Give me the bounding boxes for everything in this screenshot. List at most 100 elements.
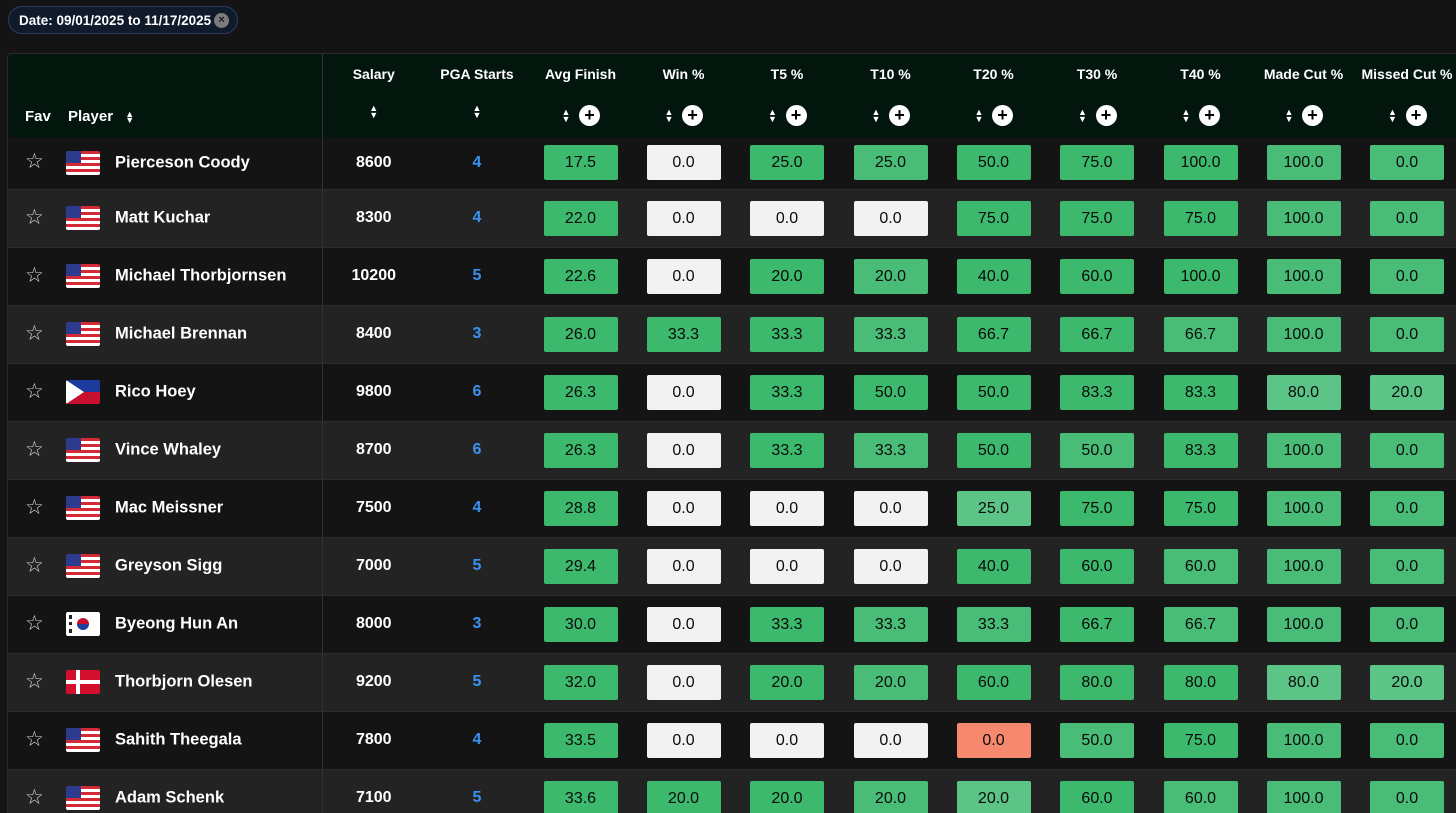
add-filter-icon[interactable]: + bbox=[889, 105, 910, 126]
column-header-pga-starts[interactable]: PGA Starts ▲ ▼ bbox=[425, 54, 529, 137]
stat-cell: 60.0 bbox=[1045, 247, 1149, 305]
player-name[interactable]: Byeong Hun An bbox=[115, 615, 238, 633]
player-name[interactable]: Michael Brennan bbox=[115, 325, 247, 343]
player-name[interactable]: Michael Thorbjornsen bbox=[115, 267, 286, 285]
column-header-player[interactable]: Player ▲ ▼ bbox=[66, 54, 323, 137]
star-icon[interactable]: ☆ bbox=[25, 438, 44, 461]
table-row[interactable]: ☆ Sahith Theegala 7800 4 33.5 0.0 0.0 0.0 0.0 50.… bbox=[8, 711, 1456, 769]
column-header-stat[interactable]: T20 % ▲ ▼ + bbox=[942, 54, 1045, 137]
star-icon[interactable]: ☆ bbox=[25, 380, 44, 403]
player-cell[interactable]: Thorbjorn Olesen bbox=[66, 653, 323, 711]
add-filter-icon[interactable]: + bbox=[785, 105, 807, 126]
player-name[interactable]: Greyson Sigg bbox=[115, 557, 222, 575]
salary-cell: 8700 bbox=[322, 421, 425, 479]
sort-icon[interactable]: ▲ ▼ bbox=[1388, 107, 1398, 123]
star-icon[interactable]: ☆ bbox=[25, 264, 44, 287]
player-cell[interactable]: Pierceson Coody bbox=[66, 137, 323, 189]
add-filter-icon[interactable]: + bbox=[1199, 105, 1220, 126]
pga-starts-link[interactable]: 5 bbox=[425, 247, 529, 305]
table-row[interactable]: ☆ Matt Kuchar 8300 4 22.0 0.0 0.0 0.0 75.0 75.0 75… bbox=[8, 189, 1456, 247]
sort-icon[interactable]: ▲ ▼ bbox=[664, 107, 674, 123]
star-icon[interactable]: ☆ bbox=[25, 206, 44, 229]
sort-icon[interactable]: ▲ ▼ bbox=[125, 110, 134, 125]
star-icon[interactable]: ☆ bbox=[25, 150, 44, 173]
star-icon[interactable]: ☆ bbox=[25, 670, 44, 693]
add-filter-icon[interactable]: + bbox=[1405, 105, 1427, 126]
player-cell[interactable]: Matt Kuchar bbox=[66, 189, 323, 247]
star-icon[interactable]: ☆ bbox=[25, 786, 44, 809]
date-filter-chip[interactable]: Date: 09/01/2025 to 11/17/2025 × bbox=[8, 6, 239, 34]
sort-icon[interactable]: ▲ ▼ bbox=[369, 104, 379, 120]
table-row[interactable]: ☆ Thorbjorn Olesen 9200 5 32.0 0.0 20.0 20.0 60.… bbox=[8, 653, 1456, 711]
pga-starts-link[interactable]: 5 bbox=[425, 537, 529, 595]
pga-starts-link[interactable]: 4 bbox=[425, 137, 529, 189]
player-name[interactable]: Rico Hoey bbox=[115, 383, 196, 401]
column-header-stat[interactable]: Avg Finish ▲ ▼ + bbox=[529, 54, 632, 137]
star-icon[interactable]: ☆ bbox=[25, 322, 44, 345]
player-name[interactable]: Pierceson Coody bbox=[115, 153, 250, 171]
table-row[interactable]: ☆ Vince Whaley 8700 6 26.3 0.0 33.3 33.3 50.0 50.… bbox=[8, 421, 1456, 479]
player-cell[interactable]: Michael Brennan bbox=[66, 305, 323, 363]
pga-starts-link[interactable]: 4 bbox=[425, 189, 529, 247]
sort-icon[interactable]: ▲ ▼ bbox=[1181, 107, 1191, 123]
player-cell[interactable]: Byeong Hun An bbox=[66, 595, 323, 653]
star-icon[interactable]: ☆ bbox=[25, 496, 44, 519]
player-cell[interactable]: Vince Whaley bbox=[66, 421, 323, 479]
table-row[interactable]: ☆ Greyson Sigg 7000 5 29.4 0.0 0.0 0.0 40.0 60.0 6… bbox=[8, 537, 1456, 595]
pga-starts-link[interactable]: 4 bbox=[425, 711, 529, 769]
add-filter-icon[interactable]: + bbox=[682, 105, 703, 126]
player-name[interactable]: Mac Meissner bbox=[115, 499, 223, 517]
column-header-stat[interactable]: T10 % ▲ ▼ + bbox=[839, 54, 942, 137]
table-row[interactable]: ☆ Michael Thorbjornsen 10200 5 22.6 0.0 20.0 20… bbox=[8, 247, 1456, 305]
pga-starts-link[interactable]: 3 bbox=[425, 305, 529, 363]
stat-value: 20.0 bbox=[1370, 374, 1444, 410]
column-header-stat[interactable]: Win % ▲ ▼ + bbox=[632, 54, 735, 137]
table-row[interactable]: ☆ Adam Schenk 7100 5 33.6 20.0 20.0 20.0 20.0 60.… bbox=[8, 769, 1456, 813]
player-cell[interactable]: Greyson Sigg bbox=[66, 537, 323, 595]
player-cell[interactable]: Mac Meissner bbox=[66, 479, 323, 537]
player-name[interactable]: Matt Kuchar bbox=[115, 209, 210, 227]
star-icon[interactable]: ☆ bbox=[25, 728, 44, 751]
pga-starts-link[interactable]: 6 bbox=[425, 421, 529, 479]
add-filter-icon[interactable]: + bbox=[992, 105, 1013, 126]
column-header-salary[interactable]: Salary ▲ ▼ bbox=[322, 54, 425, 137]
sort-icon[interactable]: ▲ ▼ bbox=[871, 107, 881, 123]
close-icon[interactable]: × bbox=[214, 13, 230, 28]
player-cell[interactable]: Rico Hoey bbox=[66, 363, 323, 421]
sort-icon[interactable]: ▲ ▼ bbox=[974, 107, 984, 123]
player-cell[interactable]: Adam Schenk bbox=[66, 769, 323, 813]
table-row[interactable]: ☆ Pierceson Coody 8600 4 17.5 0.0 25.0 25.0 50.0… bbox=[8, 137, 1456, 189]
column-header-stat[interactable]: T5 % ▲ ▼ + bbox=[735, 54, 839, 137]
pga-starts-link[interactable]: 5 bbox=[425, 769, 529, 813]
column-header-stat[interactable]: Missed Cut % ▲ ▼ + bbox=[1355, 54, 1456, 137]
star-icon[interactable]: ☆ bbox=[25, 612, 44, 635]
table-row[interactable]: ☆ Rico Hoey 9800 6 26.3 0.0 33.3 50.0 50.0 83.3 83… bbox=[8, 363, 1456, 421]
pga-starts-link[interactable]: 5 bbox=[425, 653, 529, 711]
sort-icon[interactable]: ▲ ▼ bbox=[561, 107, 571, 123]
sort-icon[interactable]: ▲ ▼ bbox=[1078, 107, 1088, 123]
add-filter-icon[interactable]: + bbox=[579, 105, 600, 126]
add-filter-icon[interactable]: + bbox=[1302, 105, 1323, 126]
player-name[interactable]: Sahith Theegala bbox=[115, 731, 242, 749]
player-name[interactable]: Adam Schenk bbox=[115, 789, 224, 807]
player-name[interactable]: Thorbjorn Olesen bbox=[115, 673, 253, 691]
sort-icon[interactable]: ▲ ▼ bbox=[1284, 107, 1294, 123]
column-header-stat[interactable]: T30 % ▲ ▼ + bbox=[1045, 54, 1149, 137]
sort-icon[interactable]: ▲ ▼ bbox=[472, 104, 482, 120]
column-header-stat[interactable]: Made Cut % ▲ ▼ + bbox=[1252, 54, 1355, 137]
stat-value: 0.0 bbox=[646, 722, 721, 758]
player-name[interactable]: Vince Whaley bbox=[115, 441, 221, 459]
pga-starts-link[interactable]: 3 bbox=[425, 595, 529, 653]
player-cell[interactable]: Sahith Theegala bbox=[66, 711, 323, 769]
star-icon[interactable]: ☆ bbox=[25, 554, 44, 577]
stat-cell: 20.0 bbox=[1355, 653, 1456, 711]
sort-icon[interactable]: ▲ ▼ bbox=[768, 107, 778, 123]
player-cell[interactable]: Michael Thorbjornsen bbox=[66, 247, 323, 305]
add-filter-icon[interactable]: + bbox=[1095, 105, 1117, 126]
pga-starts-link[interactable]: 4 bbox=[425, 479, 529, 537]
pga-starts-link[interactable]: 6 bbox=[425, 363, 529, 421]
table-row[interactable]: ☆ Michael Brennan 8400 3 26.0 33.3 33.3 33.3 66.… bbox=[8, 305, 1456, 363]
column-header-stat[interactable]: T40 % ▲ ▼ + bbox=[1149, 54, 1252, 137]
table-row[interactable]: ☆ Byeong Hun An 8000 3 30.0 0.0 33.3 33.3 33.3 66… bbox=[8, 595, 1456, 653]
table-row[interactable]: ☆ Mac Meissner 7500 4 28.8 0.0 0.0 0.0 25.0 75.0 7… bbox=[8, 479, 1456, 537]
